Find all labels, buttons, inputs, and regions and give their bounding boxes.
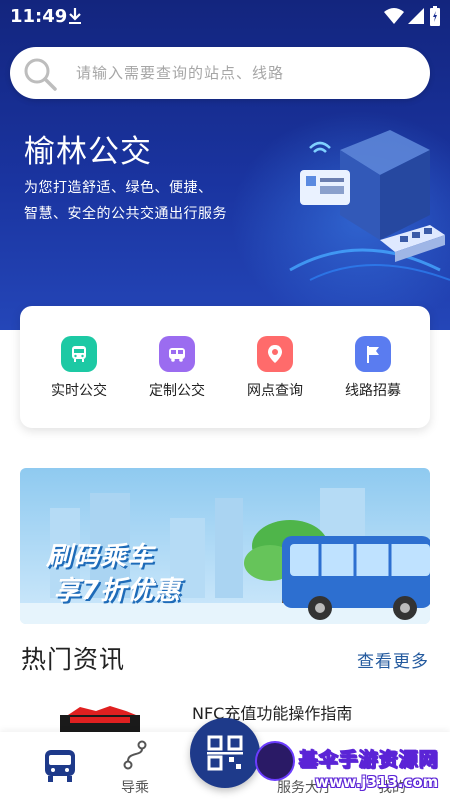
promo-banner[interactable]: 刷码乘车 享7折优惠 [20, 468, 430, 624]
nav-home[interactable] [30, 740, 90, 796]
route-icon [123, 740, 147, 770]
watermark-logo [255, 741, 295, 781]
watermark-url: www.j313.com [315, 773, 439, 791]
function-label: 实时公交 [51, 383, 107, 399]
status-time: 11:49 [10, 6, 68, 27]
nav-guide[interactable]: 导乘 [105, 740, 165, 796]
site-watermark: 基伞手游资源网 www.j313.com [255, 741, 450, 797]
location-pin-icon [257, 336, 293, 372]
banner-offer: 享7折优惠 [54, 576, 182, 606]
news-more-link[interactable]: 查看更多 [357, 647, 429, 672]
watermark-title: 基伞手游资源网 [298, 749, 440, 772]
download-icon [69, 8, 81, 24]
function-label: 定制公交 [149, 383, 205, 399]
custom-bus-icon [159, 336, 195, 372]
hero-subtitle-line1: 为您打造舒适、绿色、便捷、 [24, 180, 213, 196]
bus-icon [61, 336, 97, 372]
banner-headline: 刷码乘车 [46, 542, 155, 572]
function-label: 线路招募 [345, 383, 401, 399]
function-outlet-query[interactable]: 网点查询 [230, 336, 320, 408]
bus-icon [45, 750, 75, 782]
flag-icon [355, 336, 391, 372]
search-placeholder: 请输入需要查询的站点、线路 [76, 64, 285, 82]
function-custom-bus[interactable]: 定制公交 [132, 336, 222, 408]
app-title: 榆林公交 [24, 134, 152, 170]
function-route-recruit[interactable]: 线路招募 [328, 336, 418, 408]
hero-header: 11:49 请输入需要查询的站点、线路 榆林公交 为您打造舒适、绿色、便捷、 智… [0, 0, 450, 330]
smart-transit-illustration [289, 130, 450, 281]
quick-functions-card: 实时公交 定制公交 网点查询 线路招募 [20, 306, 430, 428]
search-input[interactable]: 请输入需要查询的站点、线路 [10, 47, 430, 99]
battery-icon [430, 6, 440, 26]
news-thumbnail[interactable] [60, 705, 140, 735]
qr-scan-icon [207, 735, 243, 771]
news-section-title: 热门资讯 [21, 645, 126, 674]
wifi-icon [384, 8, 404, 24]
status-bar: 11:49 [0, 0, 450, 34]
scan-code-button[interactable] [190, 718, 260, 788]
search-icon [24, 58, 57, 91]
screen: 11:49 请输入需要查询的站点、线路 榆林公交 为您打造舒适、绿色、便捷、 智… [0, 0, 450, 800]
hero-subtitle-line2: 智慧、安全的公共交通出行服务 [24, 206, 227, 222]
nav-label: 导乘 [121, 780, 149, 796]
function-label: 网点查询 [247, 383, 303, 399]
function-realtime-bus[interactable]: 实时公交 [34, 336, 124, 408]
signal-icon [408, 8, 424, 24]
